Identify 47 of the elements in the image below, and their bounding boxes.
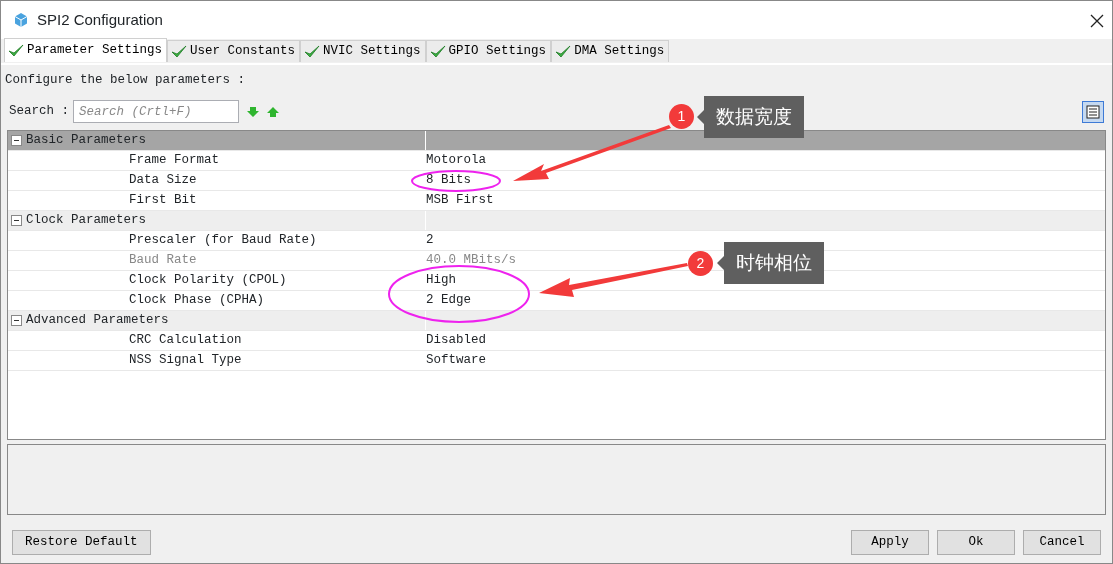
list-view-icon[interactable]	[1082, 100, 1104, 123]
parameter-name: First Bit	[128, 192, 198, 210]
parameter-value[interactable]: High	[426, 271, 456, 290]
callout-label: 数据宽度	[697, 96, 804, 138]
dialog-button[interactable]: Cancel	[1023, 530, 1101, 555]
tab[interactable]: GPIO Settings	[425, 40, 552, 62]
tab[interactable]: NVIC Settings	[300, 40, 426, 62]
group-header[interactable]: Clock Parameters	[8, 211, 1105, 231]
callout-label: 时钟相位	[717, 242, 824, 284]
dialog-button[interactable]: Apply	[851, 530, 929, 555]
parameter-name: Prescaler (for Baud Rate)	[128, 232, 318, 250]
check-icon	[171, 44, 188, 59]
dialog-button[interactable]: Restore Default	[12, 530, 151, 555]
group-header[interactable]: Advanced Parameters	[8, 311, 1105, 331]
search-label: Search :	[9, 103, 69, 121]
parameter-name: CRC Calculation	[128, 332, 243, 350]
check-icon	[304, 44, 321, 59]
parameter-name: NSS Signal Type	[128, 352, 243, 370]
parameter-value: 40.0 MBits/s	[426, 252, 516, 270]
parameter-value[interactable]: Software	[426, 351, 486, 370]
parameter-name: Data Size	[128, 172, 198, 190]
collapse-icon[interactable]	[11, 215, 22, 226]
parameter-value[interactable]: Disabled	[426, 331, 486, 350]
parameter-value[interactable]: 8 Bits	[426, 171, 471, 190]
dialog-button[interactable]: Ok	[937, 530, 1015, 555]
parameter-name: Clock Phase (CPHA)	[128, 292, 266, 310]
check-icon	[555, 44, 572, 59]
parameter-name: Baud Rate	[128, 252, 198, 270]
number-marker: 1	[669, 104, 694, 129]
parameter-value[interactable]: MSB First	[426, 191, 494, 210]
parameter-name: Clock Polarity (CPOL)	[128, 272, 288, 290]
collapse-icon[interactable]	[11, 135, 22, 146]
tab[interactable]: Parameter Settings	[4, 38, 168, 62]
cube-icon	[13, 12, 29, 28]
tab[interactable]: User Constants	[167, 40, 301, 62]
group-header[interactable]: Basic Parameters	[8, 131, 1105, 151]
window-title: SPI2 Configuration	[37, 9, 163, 30]
parameter-value[interactable]: 2	[426, 231, 434, 250]
search-field[interactable]: Search (Crtl+F)	[73, 100, 239, 123]
check-icon	[8, 43, 24, 58]
collapse-icon[interactable]	[11, 315, 22, 326]
parameter-value[interactable]: Motorola	[426, 151, 486, 170]
parameter-value[interactable]: 2 Edge	[426, 291, 471, 310]
tab[interactable]: DMA Settings	[551, 40, 670, 62]
parameter-name: Frame Format	[128, 152, 220, 170]
instruction-text: Configure the below parameters :	[5, 73, 246, 87]
check-icon	[429, 44, 446, 59]
